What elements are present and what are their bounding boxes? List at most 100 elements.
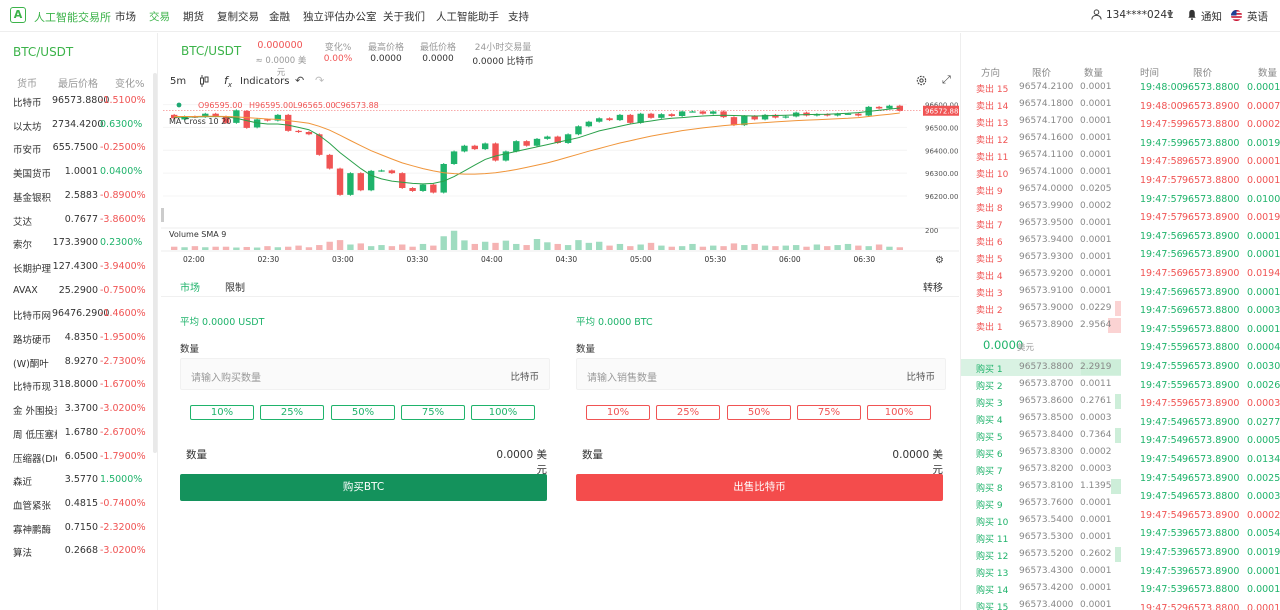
ask-row[interactable]: 卖出 7 96573.9500 0.0001 (961, 215, 1121, 232)
ask-row[interactable]: 卖出 3 96573.9100 0.0001 (961, 283, 1121, 300)
ask-row[interactable]: 卖出 2 96573.9000 0.0229 (961, 300, 1121, 317)
bid-row[interactable]: 购买 10 96573.5400 0.0001 (961, 512, 1121, 529)
buy-percent-75[interactable]: 75% (401, 405, 465, 420)
sell-button[interactable]: 出售比特币 (576, 474, 943, 501)
nav-market[interactable]: 市场 (115, 9, 136, 24)
bid-row[interactable]: 购买 14 96573.4200 0.0001 (961, 580, 1121, 597)
bid-row[interactable]: 购买 4 96573.8500 0.0003 (961, 410, 1121, 427)
candle-type-icon[interactable] (199, 75, 209, 87)
ask-row[interactable]: 卖出 5 96573.9300 0.0001 (961, 249, 1121, 266)
sell-qty-input[interactable]: 请输入销售数量 (587, 369, 657, 384)
bid-row[interactable]: 购买 2 96573.8700 0.0011 (961, 376, 1121, 393)
bid-row[interactable]: 购买 5 96573.8400 0.7364 (961, 427, 1121, 444)
market-row[interactable]: 血管紧张 0.4815 -0.7400% (0, 498, 150, 521)
bid-row[interactable]: 购买 13 96573.4300 0.0001 (961, 563, 1121, 580)
nav-about[interactable]: 关于我们 (383, 9, 425, 24)
sell-percent-75[interactable]: 75% (797, 405, 861, 420)
ask-row[interactable]: 卖出 1 96573.8900 2.9564 (961, 317, 1121, 334)
price-chart[interactable]: 5m fx Indicators ↶ ↷ ⤢ 96600.00 96500.00 9… (161, 70, 959, 270)
bid-row[interactable]: 购买 7 96573.8200 0.0003 (961, 461, 1121, 478)
chart-drag-handle[interactable] (161, 208, 164, 222)
tab-market-order[interactable]: 市场 (180, 279, 200, 294)
market-row[interactable]: 索尔 173.3900 0.2300% (0, 237, 150, 260)
bid-row[interactable]: 购买 15 96573.4000 0.0001 (961, 597, 1121, 610)
market-row[interactable]: 比特币网 96476.2900 -1.4600% (0, 308, 150, 331)
market-row[interactable]: 美国货币 1.0001 0.0400% (0, 166, 150, 189)
ask-row[interactable]: 卖出 10 96574.1000 0.0001 (961, 164, 1121, 181)
market-row[interactable]: 森近 3.5770 1.5000% (0, 474, 150, 497)
tab-limit-order[interactable]: 限制 (225, 279, 245, 294)
bid-row[interactable]: 购买 6 96573.8300 0.0002 (961, 444, 1121, 461)
market-row[interactable]: 艾达 0.7677 -3.8600% (0, 214, 150, 237)
candlestick-plot[interactable]: 96600.0096500.0096400.0096300.0096200.00… (161, 94, 959, 270)
buy-percent-25[interactable]: 25% (260, 405, 324, 420)
nav-support[interactable]: 支持 (508, 9, 529, 24)
buy-button[interactable]: 购买BTC (180, 474, 547, 501)
settings-gear-icon[interactable] (915, 74, 928, 87)
buy-percent-10[interactable]: 10% (190, 405, 254, 420)
us-flag-icon[interactable] (1231, 10, 1242, 21)
market-row[interactable]: 周 低压塞格 1.6780-2.6700% (0, 427, 150, 450)
buy-qty-field[interactable]: 请输入购买数量 比特币 (180, 358, 550, 390)
market-row[interactable]: (W)酮叶 8.9270 -2.7300% (0, 356, 150, 379)
bid-row[interactable]: 购买 3 96573.8600 0.2761 (961, 393, 1121, 410)
market-row[interactable]: 币安币 655.7500 -0.2500% (0, 142, 150, 165)
nav-finance[interactable]: 金融 (269, 9, 290, 24)
market-row[interactable]: 比特币现 318.8000 -1.6700% (0, 379, 150, 402)
bid-row[interactable]: 购买 1 96573.8800 2.2919 (961, 359, 1121, 376)
fx-icon[interactable]: fx (224, 74, 232, 89)
fullscreen-icon[interactable]: ⤢ (942, 73, 951, 87)
ask-row[interactable]: 卖出 4 96573.9200 0.0001 (961, 266, 1121, 283)
sell-percent-25[interactable]: 25% (656, 405, 720, 420)
brand-name[interactable]: 人工智能交易所 (34, 9, 111, 25)
bid-row[interactable]: 购买 8 96573.8100 1.1395 (961, 478, 1121, 495)
buy-percent-50[interactable]: 50% (331, 405, 395, 420)
ask-row[interactable]: 卖出 13 96574.1700 0.0001 (961, 113, 1121, 130)
redo-icon[interactable]: ↷ (315, 74, 324, 87)
ask-row[interactable]: 卖出 8 96573.9900 0.0002 (961, 198, 1121, 215)
market-row[interactable]: 比特币 96573.8800 -1.5100% (0, 95, 150, 118)
bid-row[interactable]: 购买 9 96573.7600 0.0001 (961, 495, 1121, 512)
sell-qty-field[interactable]: 请输入销售数量 比特币 (576, 358, 946, 390)
buy-percent-100[interactable]: 100% (471, 405, 535, 420)
interval-selector[interactable]: 5m (170, 76, 186, 87)
ask-row[interactable]: 卖出 15 96574.2100 0.0001 (961, 79, 1121, 96)
market-row[interactable]: 金 外围投资 3.3700-3.0200% (0, 403, 150, 426)
market-row[interactable]: 寡神鹏酶 0.7150 -2.3200% (0, 522, 150, 545)
sell-percent-100[interactable]: 100% (867, 405, 931, 420)
sell-percent-10[interactable]: 10% (586, 405, 650, 420)
chart-settings-icon[interactable]: ⚙ (935, 255, 944, 266)
ask-row[interactable]: 卖出 9 96574.0000 0.0205 (961, 181, 1121, 198)
col-header-last-price[interactable]: 最后价格 (58, 75, 98, 90)
market-list-scrollbar[interactable] (153, 73, 157, 453)
ask-row[interactable]: 卖出 14 96574.1800 0.0001 (961, 96, 1121, 113)
market-row[interactable]: 算法 0.2668 -3.0200% (0, 545, 150, 568)
nav-futures[interactable]: 期货 (183, 9, 204, 24)
sell-percent-50[interactable]: 50% (727, 405, 791, 420)
ask-row[interactable]: 卖出 6 96573.9400 0.0001 (961, 232, 1121, 249)
market-row[interactable]: 路坊硬币 4.8350 -1.9500% (0, 332, 150, 355)
language-selector[interactable]: 英语 (1247, 9, 1268, 24)
market-row[interactable]: 以太坊 2734.4200 0.6300% (0, 119, 150, 142)
indicators-button[interactable]: Indicators (240, 76, 289, 87)
market-row[interactable]: 基金银积 2.5883 -0.8900% (0, 190, 150, 213)
user-icon[interactable] (1091, 9, 1102, 20)
bell-icon[interactable] (1187, 9, 1197, 20)
bid-row[interactable]: 购买 11 96573.5300 0.0001 (961, 529, 1121, 546)
col-header-currency[interactable]: 货币 (17, 75, 37, 90)
bid-row[interactable]: 购买 12 96573.5200 0.2602 (961, 546, 1121, 563)
nav-trade[interactable]: 交易 (149, 9, 170, 24)
nav-ai-assistant[interactable]: 人工智能助手 (436, 9, 499, 24)
buy-qty-input[interactable]: 请输入购买数量 (191, 369, 261, 384)
transfer-link[interactable]: 转移 (923, 279, 943, 294)
notifications-link[interactable]: 通知 (1201, 9, 1222, 24)
user-account[interactable]: 134****0241 (1106, 9, 1174, 21)
chevron-down-icon[interactable]: ▼ (1167, 10, 1173, 19)
market-row[interactable]: 长期护理 127.4300 -3.9400% (0, 261, 150, 284)
col-header-change[interactable]: 变化% (115, 75, 145, 90)
market-row[interactable]: 压缩器(DIO) 6.0500-1.7900% (0, 451, 150, 474)
nav-copy-trade[interactable]: 复制交易 (217, 9, 259, 24)
ask-row[interactable]: 卖出 11 96574.1100 0.0001 (961, 147, 1121, 164)
market-row[interactable]: AVAX 25.2900 -0.7500% (0, 285, 150, 308)
nav-audit-office[interactable]: 独立评估办公室 (303, 9, 377, 24)
